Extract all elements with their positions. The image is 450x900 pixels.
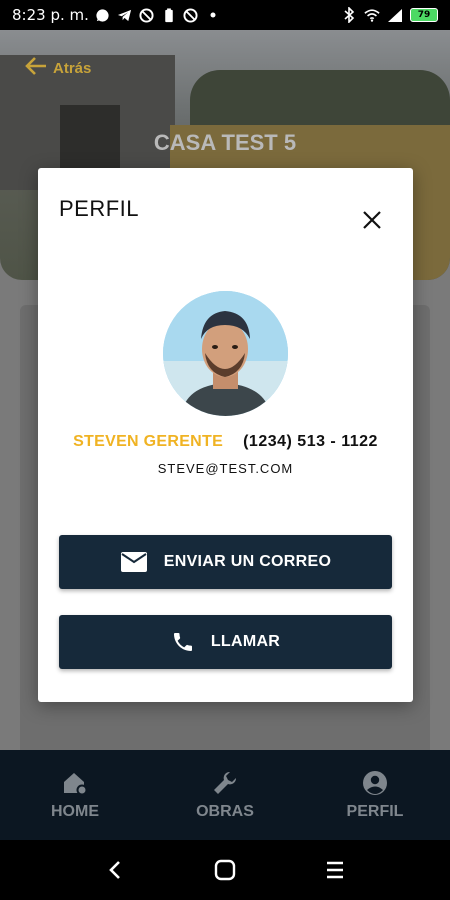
battery-indicator: 79 [410, 8, 438, 22]
send-email-button[interactable]: ENVIAR UN CORREO [59, 535, 392, 589]
email-icon [120, 552, 147, 572]
nav-item-obras[interactable]: OBRAS [150, 750, 300, 840]
bottom-navigation: HOME OBRAS PERFIL [0, 750, 450, 840]
nav-item-home[interactable]: HOME [0, 750, 150, 840]
nav-label-obras: OBRAS [196, 803, 254, 820]
wifi-icon [364, 7, 380, 23]
bluetooth-icon [341, 7, 357, 23]
avatar [163, 291, 288, 416]
whatsapp-icon [95, 7, 111, 23]
person-email: STEVE@TEST.COM [157, 461, 294, 476]
status-time: 8:23 p. m. [12, 6, 89, 24]
person-name: STEVEN GERENTE [73, 433, 224, 450]
close-button[interactable] [358, 206, 386, 234]
phone-icon [173, 633, 192, 651]
menu-lines-icon [327, 861, 343, 879]
chevron-left-icon [109, 861, 120, 879]
person-phone: (1234) 513 - 1122 [243, 433, 378, 450]
project-title: CASA TEST 5 [153, 130, 297, 155]
signal-icon [387, 7, 403, 23]
app-notification-icon [139, 7, 155, 23]
modal-title: PERFIL [59, 196, 140, 221]
close-icon [363, 211, 381, 229]
nav-label-perfil: PERFIL [346, 803, 404, 820]
home-square-icon [214, 859, 236, 881]
wrench-icon [214, 771, 237, 794]
system-recents-button[interactable] [315, 850, 355, 890]
back-button[interactable]: Atrás [24, 56, 91, 80]
dot-icon [205, 7, 221, 23]
account-circle-icon [363, 771, 387, 795]
status-bar: 8:23 p. m. 79 [0, 0, 450, 30]
nav-item-perfil[interactable]: PERFIL [300, 750, 450, 840]
app-notification-icon-2 [183, 7, 199, 23]
back-label: Atrás [53, 59, 92, 77]
home-gear-icon [64, 773, 88, 796]
call-button[interactable]: LLAMAR [59, 615, 392, 669]
profile-modal: PERFIL STEVEN GERENTE (1234) 513 - 1122 … [38, 168, 413, 702]
system-navigation-bar [0, 840, 450, 900]
battery-alert-icon [161, 7, 177, 23]
call-label: LLAMAR [210, 633, 281, 650]
trees-backdrop [190, 70, 450, 130]
arrow-left-icon [24, 56, 48, 80]
telegram-icon [117, 7, 133, 23]
system-home-button[interactable] [205, 850, 245, 890]
contact-info-row: STEVEN GERENTE (1234) 513 - 1122 [38, 433, 413, 451]
nav-label-home: HOME [51, 803, 99, 820]
send-email-label: ENVIAR UN CORREO [163, 553, 332, 570]
system-back-button[interactable] [95, 850, 135, 890]
